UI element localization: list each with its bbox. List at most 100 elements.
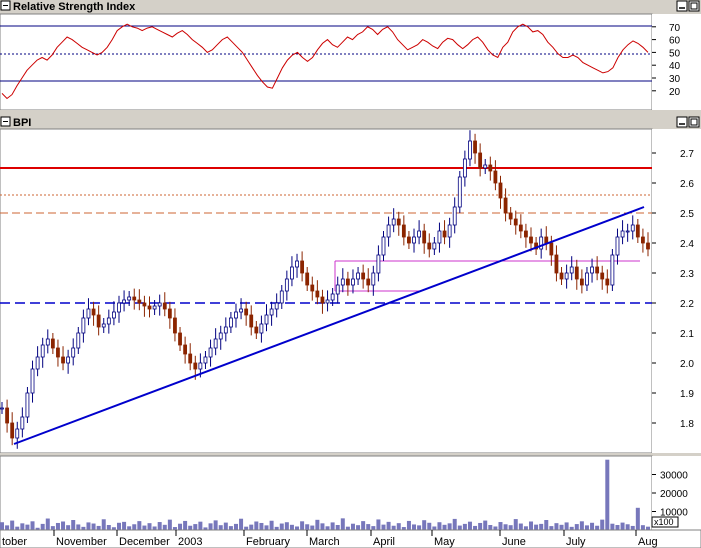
volume-bar — [635, 507, 640, 530]
price-candle — [157, 302, 162, 307]
price-candle — [513, 218, 518, 226]
price-candle — [300, 260, 305, 274]
volume-bar — [600, 519, 605, 530]
price-candle — [508, 212, 513, 220]
volume-bar — [137, 521, 142, 530]
price-candle — [178, 332, 182, 346]
price-candle — [142, 302, 147, 307]
x-tick-label: November — [56, 536, 107, 548]
rsi-tick-label: 60 — [669, 36, 681, 47]
price-candle — [0, 407, 4, 410]
volume-bar — [320, 523, 325, 530]
volume-bar — [122, 521, 127, 530]
price-candle — [76, 332, 81, 349]
volume-bar — [564, 522, 569, 530]
volume-bar — [147, 523, 152, 530]
x-axis: tober November December 2003 February March Ap… — [0, 529, 701, 548]
volume-bar — [183, 520, 188, 530]
price-candle — [330, 293, 335, 301]
price-candle — [498, 182, 503, 199]
volume-bar — [157, 522, 162, 530]
price-candle — [15, 428, 20, 439]
volume-tick-label: 30000 — [660, 471, 688, 482]
volume-bar — [412, 524, 417, 530]
rsi-minimize-icon[interactable] — [676, 0, 688, 12]
price-candle — [228, 317, 233, 328]
price-candle — [259, 323, 264, 334]
price-candle — [208, 347, 213, 358]
price-candle — [401, 224, 406, 238]
volume-bar — [462, 523, 467, 530]
price-tick-label: 2.7 — [680, 149, 694, 160]
volume-bar — [457, 525, 462, 530]
price-tick-label: 1.9 — [680, 389, 694, 400]
volume-bar — [96, 525, 101, 530]
volume-bar — [259, 522, 264, 530]
price-candle — [468, 140, 472, 160]
price-candle — [590, 266, 594, 274]
price-candle — [585, 272, 589, 286]
rsi-panel-title: Relative Strength Index — [13, 1, 136, 13]
volume-bar — [295, 526, 300, 530]
volume-bar — [417, 525, 422, 530]
volume-tick-label: 20000 — [660, 489, 688, 500]
volume-bar — [213, 520, 218, 530]
price-candle — [45, 338, 50, 346]
price-tick-label: 1.8 — [680, 419, 694, 430]
volume-bar — [300, 521, 305, 530]
volume-bar — [284, 522, 289, 530]
volume-bar — [325, 526, 330, 530]
volume-bar — [630, 525, 635, 530]
volume-bar — [71, 520, 76, 530]
volume-bar — [188, 525, 193, 530]
price-candle — [193, 362, 198, 370]
volume-bar — [452, 518, 457, 530]
price-candle — [335, 284, 340, 295]
price-candle — [524, 230, 528, 238]
volume-bar — [254, 521, 259, 530]
price-candle — [345, 278, 350, 286]
price-candle — [5, 407, 9, 424]
price-candle — [351, 278, 355, 286]
price-candle — [518, 224, 523, 232]
volume-bar — [590, 522, 595, 530]
price-candle — [646, 242, 650, 250]
volume-bar — [534, 524, 539, 530]
x-tick-label: tober — [2, 536, 27, 548]
x-tick-label: March — [309, 536, 340, 548]
volume-bar — [549, 526, 554, 530]
volume-bar — [55, 522, 60, 530]
price-candle — [284, 278, 289, 292]
volume-bar — [127, 526, 132, 530]
price-candle — [549, 242, 554, 256]
price-candle — [417, 230, 422, 238]
price-candle — [101, 323, 106, 328]
volume-bar — [539, 523, 544, 530]
price-candle — [325, 299, 330, 304]
panel-divider[interactable] — [0, 110, 701, 116]
volume-panel: 300002000010000 x100 — [0, 453, 701, 531]
volume-bar — [249, 524, 254, 530]
volume-bar — [513, 519, 518, 530]
price-candle — [529, 236, 533, 244]
price-candle — [396, 218, 401, 226]
price-candle — [620, 230, 625, 238]
volume-bar — [269, 520, 274, 530]
price-candle — [188, 353, 193, 364]
price-candle — [112, 311, 116, 319]
price-candle — [539, 236, 544, 250]
volume-bar — [615, 525, 620, 530]
volume-bar — [228, 526, 233, 530]
volume-bar — [76, 524, 81, 530]
price-candle — [162, 302, 167, 310]
price-tick-label: 2.2 — [680, 299, 694, 310]
price-candle — [173, 317, 177, 334]
price-minimize-icon[interactable] — [676, 116, 688, 128]
volume-bar — [279, 523, 284, 530]
volume-bar — [447, 523, 452, 530]
price-candle — [630, 224, 635, 232]
volume-multiplier: x100 — [654, 517, 674, 527]
price-candle — [310, 284, 315, 292]
volume-bar — [523, 526, 528, 530]
price-candle — [641, 236, 645, 244]
